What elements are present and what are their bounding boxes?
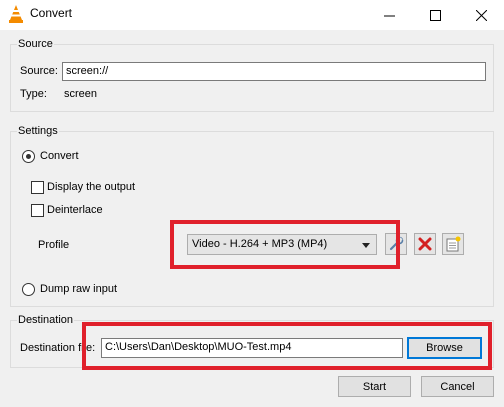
destination-file-label: Destination file: bbox=[20, 342, 96, 354]
settings-legend: Settings bbox=[17, 125, 59, 137]
dump-raw-label: Dump raw input bbox=[40, 283, 118, 295]
new-document-icon bbox=[446, 236, 461, 252]
convert-label: Convert bbox=[40, 150, 79, 162]
chevron-down-icon bbox=[362, 243, 370, 248]
display-output-label: Display the output bbox=[47, 181, 136, 193]
cancel-button[interactable]: Cancel bbox=[421, 376, 494, 397]
title-bar: Convert bbox=[0, 0, 504, 30]
type-label: Type: bbox=[20, 88, 47, 100]
destination-legend: Destination bbox=[17, 314, 75, 326]
start-button[interactable]: Start bbox=[338, 376, 411, 397]
window-title: Convert bbox=[30, 6, 73, 20]
destination-file-input[interactable]: C:\Users\Dan\Desktop\MUO-Test.mp4 bbox=[101, 338, 403, 358]
convert-radio[interactable] bbox=[22, 150, 35, 163]
profile-select[interactable]: Video - H.264 + MP3 (MP4) bbox=[187, 234, 377, 255]
deinterlace-checkbox[interactable] bbox=[31, 204, 44, 217]
close-button[interactable] bbox=[458, 0, 504, 30]
close-icon bbox=[475, 9, 487, 21]
new-profile-button[interactable] bbox=[442, 233, 464, 255]
delete-profile-button[interactable] bbox=[414, 233, 436, 255]
maximize-icon bbox=[429, 9, 441, 21]
source-label: Source: bbox=[20, 65, 58, 77]
settings-group bbox=[10, 131, 494, 307]
source-legend: Source bbox=[17, 38, 54, 50]
deinterlace-label: Deinterlace bbox=[47, 204, 103, 216]
profile-label: Profile bbox=[38, 239, 70, 251]
display-output-checkbox[interactable] bbox=[31, 181, 44, 194]
edit-profile-button[interactable] bbox=[385, 233, 407, 255]
source-input[interactable]: screen:// bbox=[62, 62, 486, 81]
maximize-button[interactable] bbox=[412, 0, 458, 30]
vlc-cone-icon bbox=[9, 5, 23, 23]
dump-raw-radio[interactable] bbox=[22, 283, 35, 296]
type-value: screen bbox=[64, 88, 98, 100]
wrench-icon bbox=[389, 236, 404, 251]
red-x-icon bbox=[418, 237, 432, 251]
browse-button[interactable]: Browse bbox=[407, 337, 482, 359]
minimize-button[interactable] bbox=[366, 0, 412, 30]
minimize-icon bbox=[383, 15, 395, 16]
profile-select-value: Video - H.264 + MP3 (MP4) bbox=[192, 238, 328, 250]
